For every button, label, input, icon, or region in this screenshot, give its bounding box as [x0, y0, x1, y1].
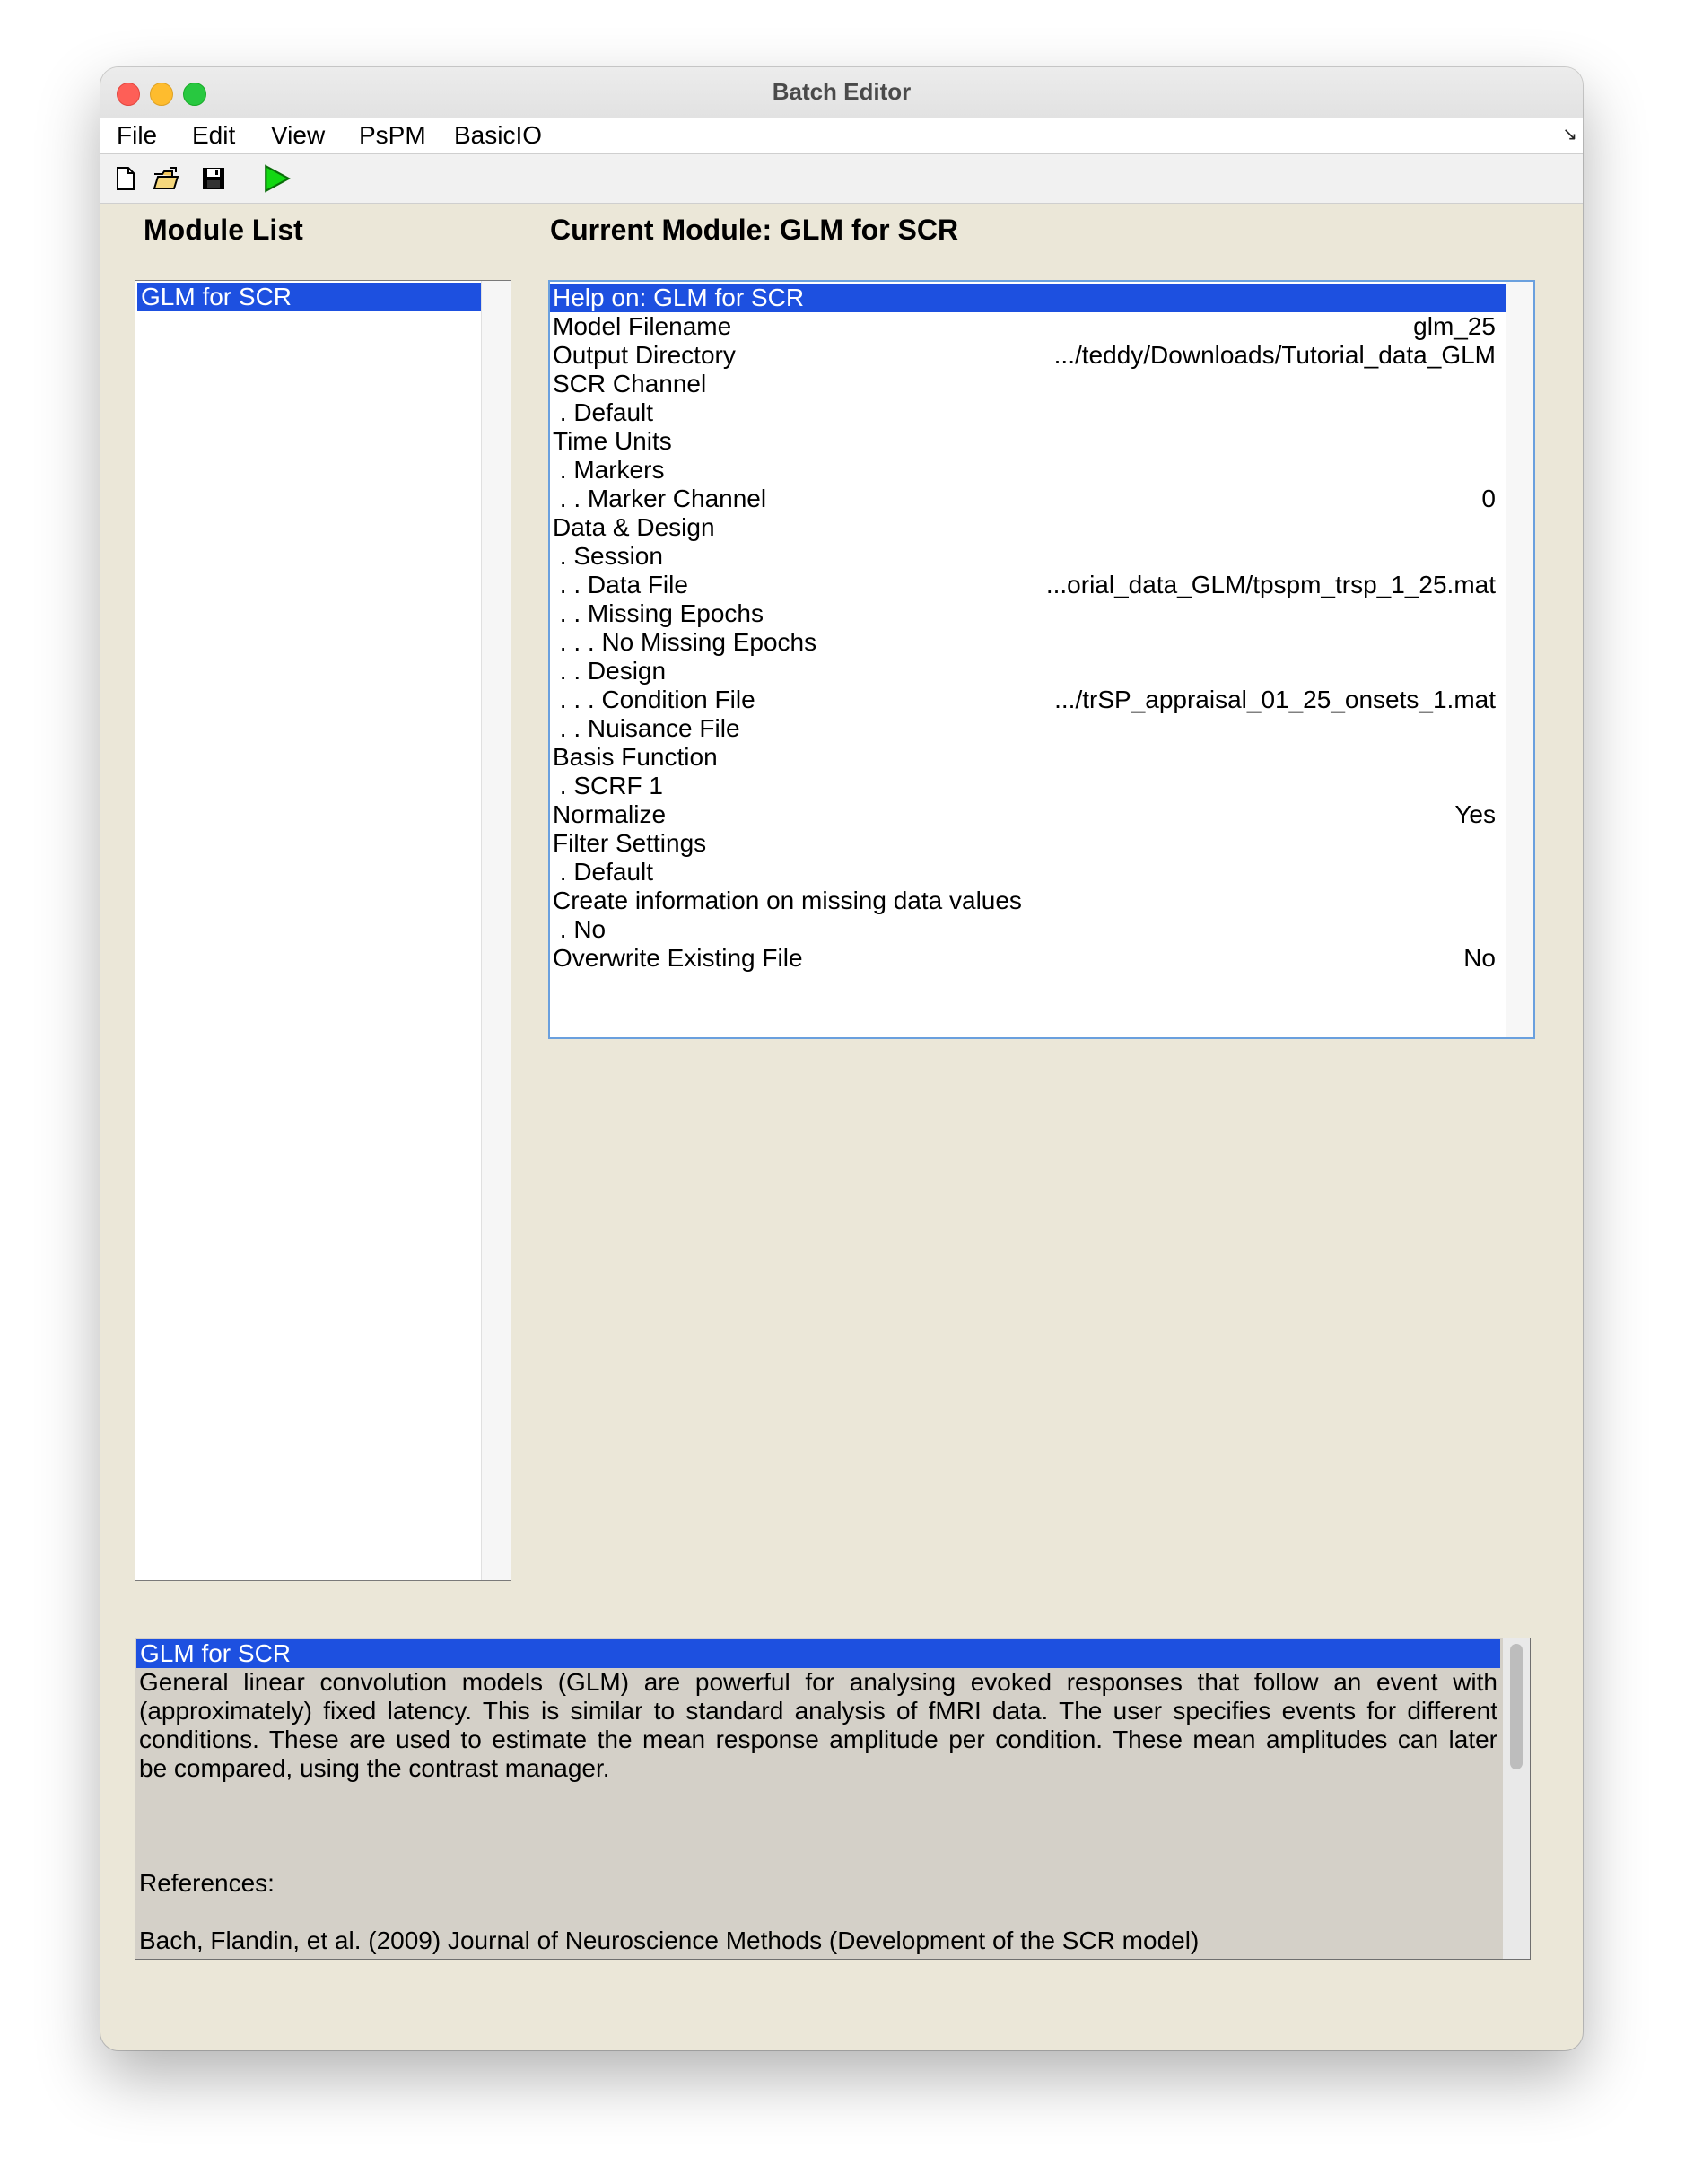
menu-basicio[interactable]: BasicIO — [454, 121, 542, 150]
module-option-label[interactable]: . . . No Missing Epochs — [553, 628, 816, 657]
reference-entry: Bach, Flandin, et al. (2009) Journal of … — [139, 1926, 1200, 1954]
module-option-label[interactable]: . . Data File — [553, 571, 688, 599]
module-list[interactable]: GLM for SCR — [135, 280, 511, 1581]
help-panel: GLM for SCR General linear convolution m… — [135, 1638, 1531, 1960]
help-text-line: conditions. These are used to estimate t… — [139, 1725, 1497, 1753]
module-option-label[interactable]: Data & Design — [553, 513, 715, 542]
module-option-label[interactable]: . . Design — [553, 657, 666, 686]
menu-bar: File Edit View PsPM BasicIO ↘ — [100, 118, 1583, 154]
module-option-label[interactable]: Overwrite Existing File — [553, 944, 803, 973]
module-list-heading: Module List — [144, 214, 303, 246]
help-on-row[interactable]: Help on: GLM for SCR — [550, 284, 1506, 312]
module-option-label[interactable]: Create information on missing data value… — [553, 887, 1022, 915]
module-option-label[interactable]: . . Missing Epochs — [553, 599, 764, 628]
references-label: References: — [139, 1869, 275, 1897]
module-option-label[interactable]: Basis Function — [553, 743, 718, 772]
window-title: Batch Editor — [772, 78, 912, 105]
current-module-panel[interactable]: Help on: GLM for SCR Model Filename glm_25… — [548, 280, 1535, 1039]
menu-edit[interactable]: Edit — [192, 121, 235, 150]
open-folder-icon[interactable] — [153, 165, 179, 192]
module-option-label[interactable]: Normalize — [553, 800, 666, 829]
module-option-value[interactable]: 0 — [1481, 485, 1496, 513]
module-option-value[interactable]: ...orial_data_GLM/tpspm_trsp_1_25.mat — [1046, 571, 1496, 599]
module-option-value[interactable]: No — [1463, 944, 1496, 973]
module-option-label[interactable]: Time Units — [553, 427, 672, 456]
module-option-value[interactable]: glm_25 — [1413, 312, 1496, 341]
module-option-label[interactable]: . Session — [553, 542, 663, 571]
module-option-label[interactable]: . SCRF 1 — [553, 772, 663, 800]
module-list-item[interactable]: GLM for SCR — [137, 283, 482, 311]
save-icon[interactable] — [200, 165, 227, 192]
module-option-label[interactable]: . Default — [553, 398, 653, 427]
current-module-scrollbar[interactable] — [1506, 282, 1533, 1037]
module-option-label[interactable]: SCR Channel — [553, 370, 706, 398]
module-option-label[interactable]: Output Directory — [553, 341, 736, 370]
module-option-label[interactable]: . Markers — [553, 456, 665, 485]
batch-editor-window: Batch Editor File Edit View PsPM BasicIO… — [100, 67, 1583, 2050]
run-icon[interactable] — [262, 164, 291, 193]
module-option-value[interactable]: .../trSP_appraisal_01_25_onsets_1.mat — [1054, 686, 1496, 714]
new-file-icon[interactable] — [112, 165, 139, 192]
menu-view[interactable]: View — [271, 121, 325, 150]
module-option-label[interactable]: . Default — [553, 858, 653, 887]
menu-pspm[interactable]: PsPM — [359, 121, 426, 150]
module-option-value[interactable]: Yes — [1454, 800, 1496, 829]
module-option-label[interactable]: . . Nuisance File — [553, 714, 740, 743]
help-text-line: (approximately) fixed latency. This is s… — [139, 1697, 1497, 1725]
module-option-label[interactable]: . . . Condition File — [553, 686, 755, 714]
toolbar — [100, 154, 1583, 204]
module-option-label[interactable]: . No — [553, 915, 606, 944]
help-title: GLM for SCR — [136, 1639, 1500, 1668]
module-option-label[interactable]: Model Filename — [553, 312, 731, 341]
help-scrollbar-thumb[interactable] — [1510, 1644, 1523, 1769]
menu-file[interactable]: File — [117, 121, 157, 150]
module-list-scrollbar[interactable] — [481, 281, 511, 1580]
module-option-label[interactable]: Filter Settings — [553, 829, 706, 858]
help-text-line: General linear convolution models (GLM) … — [139, 1668, 1497, 1696]
module-option-label[interactable]: . . Marker Channel — [553, 485, 766, 513]
dock-arrow-icon[interactable]: ↘ — [1562, 123, 1577, 145]
current-module-heading: Current Module: GLM for SCR — [550, 214, 959, 246]
help-scrollbar[interactable] — [1503, 1638, 1530, 1959]
title-bar: Batch Editor — [100, 67, 1583, 118]
help-text-line: be compared, using the contrast manager. — [139, 1754, 610, 1782]
module-option-value[interactable]: .../teddy/Downloads/Tutorial_data_GLM — [1054, 341, 1496, 370]
